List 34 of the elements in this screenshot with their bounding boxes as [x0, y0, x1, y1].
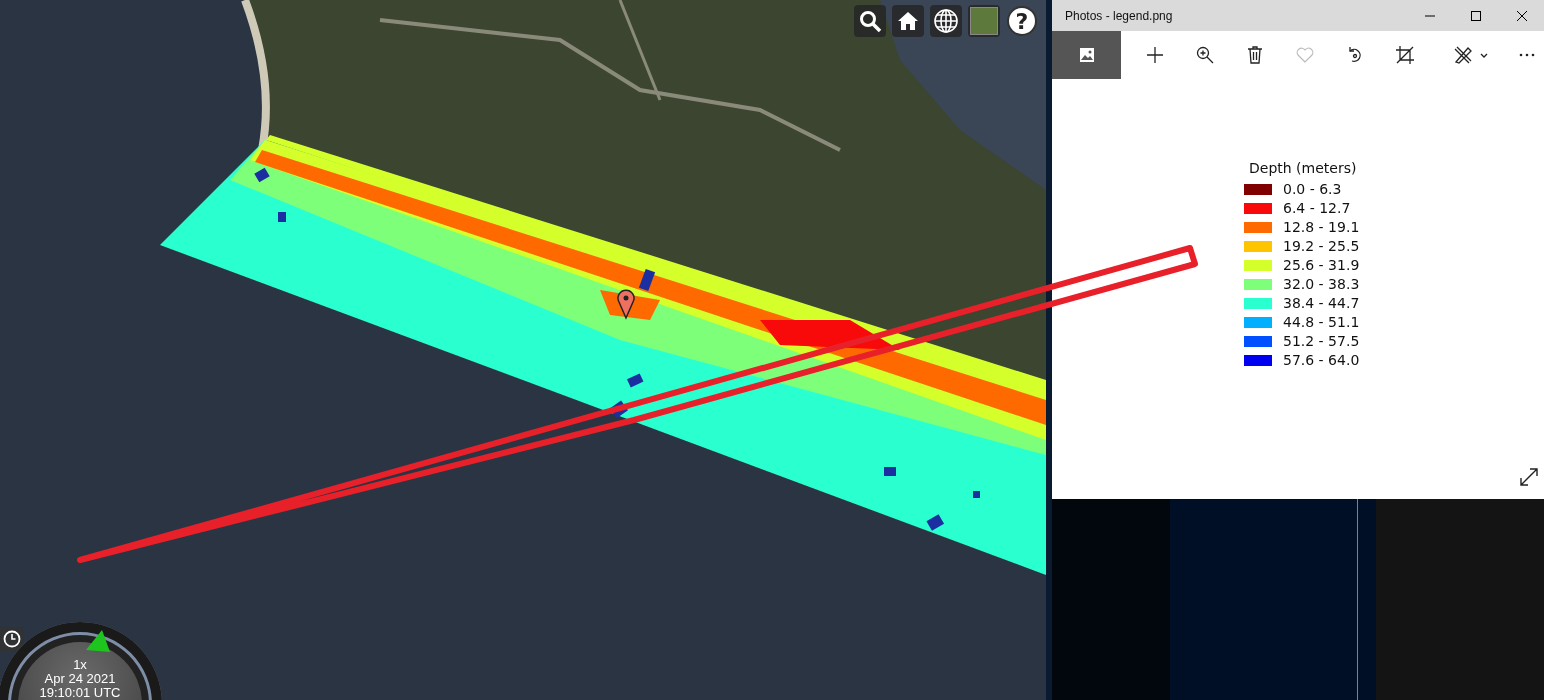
- imagery-picker-button[interactable]: [968, 5, 1000, 37]
- window-title: Photos - legend.png: [1065, 8, 1174, 23]
- legend-label: 25.6 - 31.9: [1283, 257, 1360, 273]
- search-button[interactable]: [854, 5, 886, 37]
- maximize-icon: [1470, 9, 1482, 22]
- legend-label: 38.4 - 44.7: [1283, 295, 1360, 311]
- legend-label: 0.0 - 6.3: [1283, 181, 1342, 197]
- home-icon: [896, 9, 920, 33]
- caret-icon: [1480, 52, 1488, 58]
- map-view[interactable]: ? 1x Apr 24 2021 19:10:01 UTC: [0, 0, 1046, 700]
- legend-label: 6.4 - 12.7: [1283, 200, 1351, 216]
- location-pin-icon[interactable]: [617, 289, 635, 319]
- expand-button[interactable]: [1517, 465, 1541, 489]
- home-button[interactable]: [892, 5, 924, 37]
- globe-button[interactable]: [930, 5, 962, 37]
- clock-icon: [3, 630, 21, 648]
- globe-icon: [933, 8, 959, 34]
- satellite-thumbnail-icon: [970, 7, 998, 35]
- search-icon: [858, 9, 882, 33]
- legend-label: 51.2 - 57.5: [1283, 333, 1360, 349]
- legend-label: 12.8 - 19.1: [1283, 219, 1360, 235]
- legend-label: 57.6 - 64.0: [1283, 352, 1360, 368]
- legend-label: 19.2 - 25.5: [1283, 238, 1360, 254]
- clock-date: Apr 24 2021: [44, 672, 116, 686]
- shuttle-triangle-icon[interactable]: [86, 630, 110, 652]
- view-button[interactable]: [1052, 31, 1121, 79]
- legend-label: 44.8 - 51.1: [1283, 314, 1360, 330]
- clock-button[interactable]: [0, 627, 24, 651]
- close-icon: [1516, 9, 1528, 22]
- playback-speed: 1x: [73, 658, 87, 672]
- expand-icon: [1519, 467, 1539, 487]
- legend-title: Depth (meters): [1249, 160, 1358, 176]
- clock-time: 19:10:01 UTC: [39, 686, 121, 700]
- legend-label: 32.0 - 38.3: [1283, 276, 1360, 292]
